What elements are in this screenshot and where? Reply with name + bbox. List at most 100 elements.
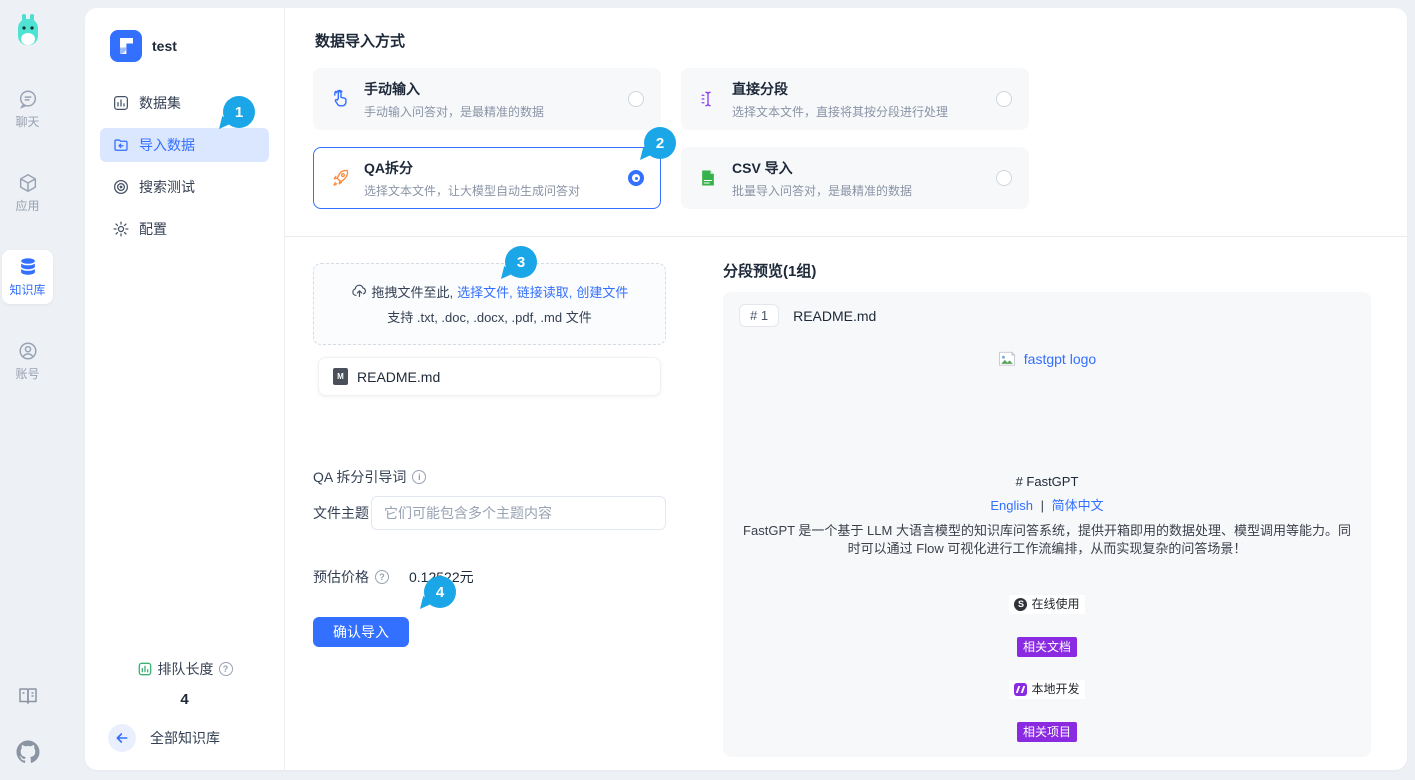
- search-test-target-icon: [112, 178, 130, 196]
- file-topic-input[interactable]: [371, 496, 666, 530]
- simplified-chinese-link[interactable]: 简体中文: [1052, 498, 1104, 513]
- separator: |: [1041, 498, 1044, 513]
- rail-item-label: 账号: [15, 365, 39, 382]
- sidebar-bottom: 排队长度 ? 4 全部知识库: [100, 659, 269, 752]
- related-projects-badge-label: 相关项目: [1017, 722, 1077, 742]
- back-to-all-kb[interactable]: 全部知识库: [100, 724, 269, 752]
- sidebar-item-search-test[interactable]: 搜索测试: [100, 170, 269, 204]
- user-circle-icon: [17, 340, 39, 362]
- kb-sidebar: test 数据集 导入数据: [85, 8, 285, 770]
- online-use-badge-icon: S: [1014, 598, 1027, 611]
- chunk-header: # 1 README.md: [739, 304, 1355, 327]
- chunk-preview-column: 分段预览(1组) # 1 README.md fastgpt logo: [723, 260, 1371, 757]
- method-desc: 选择文本文件，直接将其按分段进行处理: [732, 103, 982, 120]
- rocket-icon: [330, 167, 350, 189]
- chat-icon: [17, 88, 39, 110]
- method-card-csv-import[interactable]: CSV 导入 批量导入问答对，是最精准的数据: [681, 147, 1029, 209]
- back-label: 全部知识库: [150, 728, 220, 748]
- mascot-icon: [13, 12, 43, 52]
- radio-direct-chunk[interactable]: [996, 91, 1012, 107]
- import-data-icon: [112, 136, 130, 154]
- readme-description: FastGPT 是一个基于 LLM 大语言模型的知识库问答系统，提供开箱即用的数…: [739, 522, 1355, 559]
- import-method-title: 数据导入方式: [315, 30, 405, 51]
- uploaded-file-item[interactable]: M README.md: [318, 357, 661, 396]
- database-icon: [17, 256, 39, 278]
- dropzone-text: 拖拽文件至此,: [372, 282, 454, 301]
- queue-length-label: 排队长度: [158, 659, 214, 679]
- callout-step-2: 2: [644, 127, 676, 159]
- knowledge-base-import-page: { "colors": { "brand_blue": "#3370FF", "…: [0, 0, 1415, 780]
- callout-step-3: 3: [505, 246, 537, 278]
- chunk-file-name: README.md: [793, 308, 876, 324]
- select-file-link[interactable]: 选择文件,: [457, 282, 513, 301]
- radio-manual-input[interactable]: [628, 91, 644, 107]
- help-icon[interactable]: ?: [375, 570, 389, 584]
- rail-bottom-links: [16, 684, 40, 764]
- uploaded-file-name: README.md: [357, 369, 440, 385]
- method-label: QA拆分: [364, 158, 614, 178]
- estimated-price-row: 预估价格 ? 0.12522元: [313, 567, 666, 587]
- rail-item-label: 知识库: [9, 281, 45, 298]
- back-arrow-button[interactable]: [108, 724, 136, 752]
- radio-csv-import[interactable]: [996, 170, 1012, 186]
- markdown-preview: fastgpt logo # FastGPT English | 简体中文 Fa…: [739, 327, 1355, 757]
- csv-file-icon: [698, 167, 718, 189]
- related-projects-badge[interactable]: 相关项目: [1017, 722, 1077, 742]
- method-desc: 手动输入问答对，是最精准的数据: [364, 103, 614, 120]
- import-main: 数据导入方式 手动输入 手动输入问答对，是最精准的数据: [285, 8, 1407, 770]
- import-config-column: 拖拽文件至此, 选择文件, 链接读取, 创建文件 支持 .txt, .doc, …: [313, 263, 666, 647]
- app-panel: test 数据集 导入数据: [85, 8, 1407, 770]
- estimated-price-label: 预估价格: [313, 567, 369, 587]
- online-use-badge[interactable]: S 在线使用: [1009, 595, 1084, 614]
- method-card-manual-input[interactable]: 手动输入 手动输入问答对，是最精准的数据: [313, 68, 661, 130]
- method-text: QA拆分 选择文本文件，让大模型自动生成问答对: [364, 158, 614, 199]
- create-file-link[interactable]: 创建文件: [576, 282, 628, 301]
- dataset-icon: [112, 94, 130, 112]
- language-links-row: English | 简体中文: [739, 495, 1355, 514]
- arrow-left-icon: [114, 730, 130, 746]
- rail-item-apps[interactable]: 应用: [2, 166, 53, 220]
- readme-badges: S 在线使用 相关文档 本地开发: [739, 595, 1355, 757]
- dropzone-line: 拖拽文件至此, 选择文件, 链接读取, 创建文件: [351, 282, 629, 301]
- docs-book-icon[interactable]: [16, 684, 40, 708]
- sidebar-item-label: 数据集: [139, 93, 181, 113]
- apps-cube-icon: [17, 172, 39, 194]
- broken-image-icon: [998, 351, 1016, 367]
- section-divider: [285, 236, 1407, 237]
- file-topic-field-row: 文件主题: [313, 496, 666, 530]
- text-cursor-icon: [698, 88, 718, 110]
- method-text: 直接分段 选择文本文件，直接将其按分段进行处理: [732, 79, 982, 120]
- callout-step-1: 1: [223, 96, 255, 128]
- callout-step-4: 4: [424, 576, 456, 608]
- related-docs-badge[interactable]: 相关文档: [1017, 637, 1077, 657]
- dropzone-support-text: 支持 .txt, .doc, .docx, .pdf, .md 文件: [387, 307, 591, 326]
- chunk-preview-title: 分段预览(1组): [723, 260, 1371, 281]
- info-icon[interactable]: i: [412, 470, 426, 484]
- github-icon[interactable]: [16, 740, 40, 764]
- method-desc: 批量导入问答对，是最精准的数据: [732, 182, 982, 199]
- sidebar-item-label: 配置: [139, 219, 167, 239]
- local-dev-badge[interactable]: 本地开发: [1009, 680, 1084, 699]
- method-card-qa-split[interactable]: QA拆分 选择文本文件，让大模型自动生成问答对: [313, 147, 661, 209]
- sidebar-item-import[interactable]: 导入数据: [100, 128, 269, 162]
- chunk-preview-card: # 1 README.md fastgpt logo # FastGPT: [723, 292, 1371, 757]
- method-desc: 选择文本文件，让大模型自动生成问答对: [364, 182, 614, 199]
- link-fetch-link[interactable]: 链接读取,: [517, 282, 573, 301]
- local-dev-badge-icon: [1014, 683, 1027, 696]
- method-card-direct-chunk[interactable]: 直接分段 选择文本文件，直接将其按分段进行处理: [681, 68, 1029, 130]
- fastgpt-logo-alt-link[interactable]: fastgpt logo: [1024, 351, 1096, 367]
- qa-guide-heading: QA 拆分引导词 i: [313, 467, 666, 487]
- confirm-import-button[interactable]: 确认导入: [313, 617, 409, 647]
- file-dropzone[interactable]: 拖拽文件至此, 选择文件, 链接读取, 创建文件 支持 .txt, .doc, …: [313, 263, 666, 345]
- app-rail: 聊天 应用 知识库 账号: [0, 0, 55, 780]
- hand-click-icon: [330, 88, 350, 110]
- upload-cloud-icon: [351, 283, 368, 300]
- chunk-index-badge: # 1: [739, 304, 779, 327]
- sidebar-item-config[interactable]: 配置: [100, 212, 269, 246]
- help-icon[interactable]: ?: [219, 662, 233, 676]
- english-link[interactable]: English: [990, 498, 1033, 513]
- rail-item-chat[interactable]: 聊天: [2, 82, 53, 136]
- rail-item-knowledge-base[interactable]: 知识库: [2, 250, 53, 304]
- radio-qa-split-selected[interactable]: [628, 170, 644, 186]
- rail-item-account[interactable]: 账号: [2, 334, 53, 388]
